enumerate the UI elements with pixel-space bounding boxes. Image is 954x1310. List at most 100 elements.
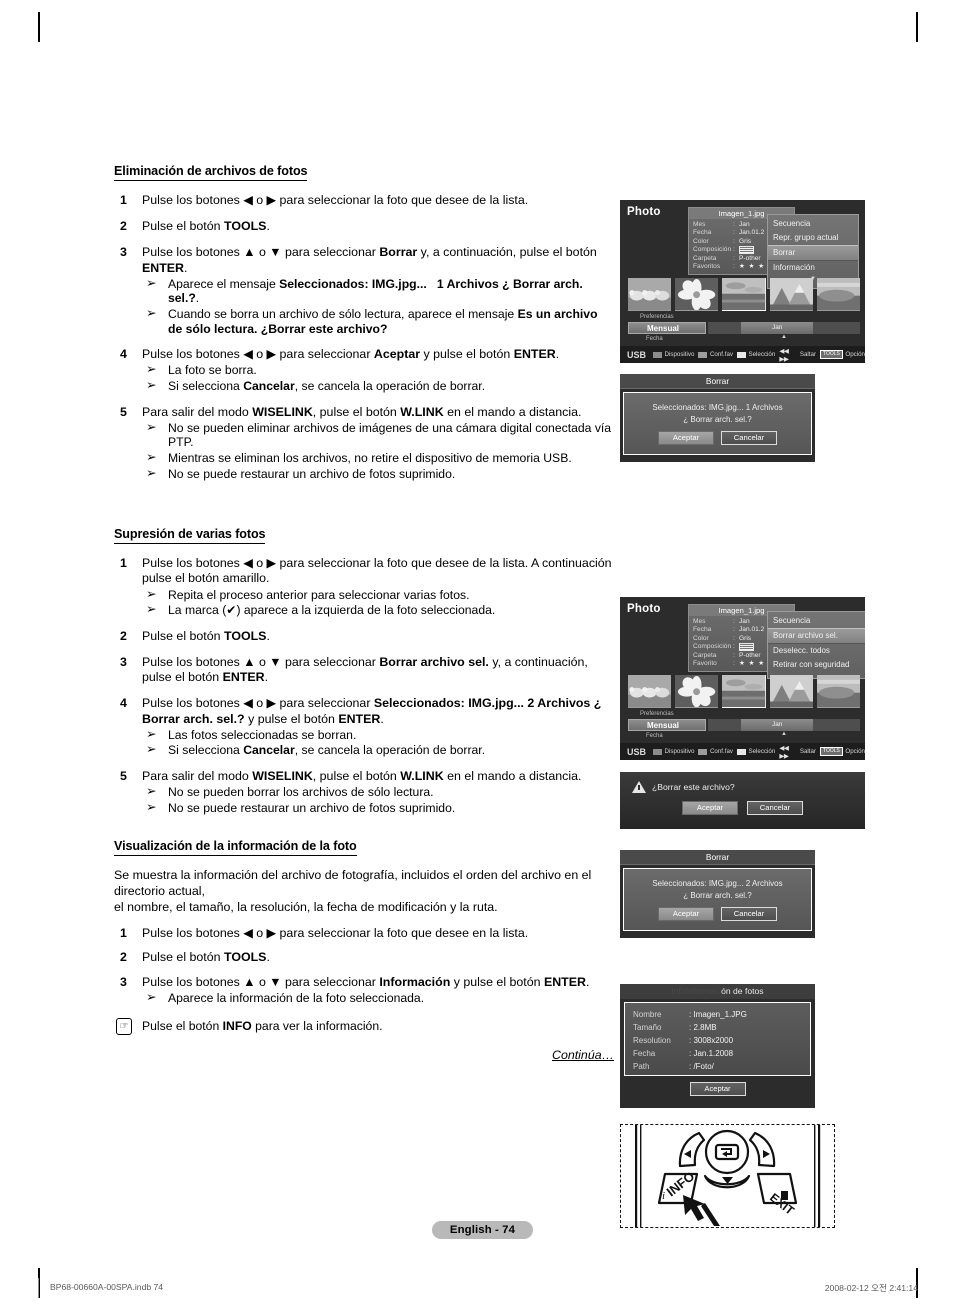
cancel-button[interactable]: Cancelar xyxy=(747,801,803,815)
bullet-item: ➢ No se pueden eliminar archivos de imáge… xyxy=(146,419,612,450)
dialog-title: Borrar xyxy=(620,850,815,865)
help-item-conffav[interactable]: Conf.fav xyxy=(698,748,733,755)
thumbnail[interactable] xyxy=(769,278,813,311)
tools-menu-item[interactable]: Borrar xyxy=(768,245,858,261)
enter-return-icon xyxy=(704,1129,750,1175)
info-value: : 3008x2000 xyxy=(689,1036,734,1045)
help-label: Saltar xyxy=(799,748,817,755)
info-row: Nombre: Imagen_1.JPG xyxy=(633,1008,810,1021)
step-list: 1 Pulse los botones ◀ o ▶ para seleccion… xyxy=(114,926,614,1005)
green-key-icon xyxy=(698,351,708,358)
bullet-item: ➢ No se puede restaurar un archivo de fot… xyxy=(146,465,456,481)
thumbnail[interactable] xyxy=(628,675,672,708)
step-number: 3 xyxy=(120,654,127,669)
warning-row: ¿Borrar este archivo? xyxy=(620,772,865,793)
nav-selected-mensual[interactable]: Mensual xyxy=(628,322,706,334)
accept-button[interactable]: Aceptar xyxy=(682,801,738,815)
tools-menu[interactable]: Secuencia Borrar archivo sel. Deselecc. to… xyxy=(767,611,865,679)
delete-confirm-dialog-2[interactable]: Borrar Seleccionados: IMG.jpg... 2 Archi… xyxy=(620,850,815,938)
help-item-skip[interactable]: ◀◀ ▶▶ Saltar xyxy=(779,347,816,363)
tools-menu-item[interactable]: Repr. grupo actual xyxy=(768,231,858,245)
info-key: Tamaño xyxy=(633,1023,662,1032)
nav-label-preferences: Preferencias xyxy=(640,314,674,320)
help-item-conffav[interactable]: Conf.fav xyxy=(698,351,733,358)
tools-menu-item[interactable]: Información xyxy=(768,261,858,275)
nav-selected-mensual[interactable]: Mensual xyxy=(628,719,706,731)
nav-label-fecha: Fecha xyxy=(646,733,663,739)
yellow-key-icon xyxy=(736,351,746,358)
section-heading: Supresión de varias fotos xyxy=(114,527,266,545)
help-item-tools[interactable]: TOOLS Opción xyxy=(820,350,865,359)
info-value: : Imagen_1.JPG xyxy=(689,1010,747,1019)
file-info-key: Composición xyxy=(693,246,732,254)
help-item-tools[interactable]: TOOLS Opción xyxy=(820,747,865,756)
tools-menu-item[interactable]: Retirar con seguridad xyxy=(768,658,865,672)
info-row: Tamaño: 2.8MB xyxy=(633,1021,810,1034)
bullet-list: ➢ Repita el proceso anterior para selecci… xyxy=(142,587,614,618)
thumbnail[interactable] xyxy=(769,675,813,708)
arrow-bullet-icon: ➢ xyxy=(146,784,157,799)
help-item-device[interactable]: Dispositivo xyxy=(653,351,694,358)
crop-mark xyxy=(38,12,40,42)
nav-label-preferences: Preferencias xyxy=(640,711,674,717)
dialog-title: InfoInformación de fotos xyxy=(620,984,815,999)
timeline-segment[interactable]: Jan xyxy=(741,719,813,731)
screen-title: Photo xyxy=(627,206,661,218)
photo-thumbnail-strip[interactable] xyxy=(628,278,861,311)
thumbnail-selected[interactable] xyxy=(722,278,766,311)
help-label: Dispositivo xyxy=(664,748,695,755)
help-item-device[interactable]: Dispositivo xyxy=(653,748,694,755)
delete-confirm-dialog-1[interactable]: Borrar Seleccionados: IMG.jpg... 1 Archi… xyxy=(620,374,815,462)
help-item-skip[interactable]: ◀◀ ▶▶ Saltar xyxy=(779,744,816,760)
step-text: Para salir del modo WISELINK, pulse el b… xyxy=(142,768,582,783)
timeline-segment[interactable]: Jan xyxy=(741,322,813,334)
photo-information-dialog[interactable]: InfoInformación de fotos Nombre: Imagen_… xyxy=(620,984,815,1108)
thumbnail[interactable] xyxy=(628,278,672,311)
cancel-button[interactable]: Cancelar xyxy=(721,906,777,921)
step-number: 4 xyxy=(120,696,127,711)
tools-menu-item[interactable]: Deselecc. todos xyxy=(768,644,865,658)
section-delete-multiple-photos: Supresión de varias fotos 1 Pulse los bo… xyxy=(114,525,614,815)
warning-message: ¿Borrar este archivo? xyxy=(652,782,735,792)
step-item: 2 Pulse el botón TOOLS. xyxy=(114,950,614,965)
accept-button[interactable]: Aceptar xyxy=(658,906,714,921)
step-list: 1 Pulse los botones ◀ o ▶ para seleccion… xyxy=(114,193,614,481)
photo-thumbnail-strip[interactable] xyxy=(628,675,861,708)
info-key: Fecha xyxy=(633,1049,656,1058)
help-item-selection[interactable]: Selección xyxy=(736,351,775,358)
section-delete-photo-files: Eliminación de archivos de fotos 1 Pulse… xyxy=(114,162,614,481)
tools-menu-item[interactable]: Secuencia xyxy=(768,614,865,628)
timeline-bar[interactable]: Jan ▲ xyxy=(708,719,860,737)
thumbnail[interactable] xyxy=(816,278,861,311)
bullet-item: ➢ Aparece el mensaje Seleccionados: IMG.j… xyxy=(146,275,583,306)
cancel-button[interactable]: Cancelar xyxy=(721,430,777,445)
thumbnail[interactable] xyxy=(675,675,719,708)
photo-nav-strip[interactable]: Preferencias Mensual Fecha Jan ▲ xyxy=(628,711,860,741)
green-key-icon xyxy=(698,748,708,755)
file-info-key: Fecha xyxy=(693,626,712,634)
arrow-bullet-icon: ➢ xyxy=(146,465,157,480)
help-label: Conf.fav xyxy=(709,351,733,358)
help-label: Conf.fav xyxy=(709,748,733,755)
thumbnail[interactable] xyxy=(675,278,719,311)
arrow-bullet-icon: ➢ xyxy=(146,726,157,741)
step-text: Pulse el botón TOOLS. xyxy=(142,219,270,234)
continued-label: Continúa… xyxy=(552,1048,614,1063)
help-item-selection[interactable]: Selección xyxy=(736,748,775,755)
section-photo-information: Visualización de la información de la fo… xyxy=(114,837,614,1005)
crop-mark xyxy=(916,12,918,42)
timeline-bar[interactable]: Jan ▲ xyxy=(708,322,860,340)
thumbnail-selected[interactable] xyxy=(722,675,766,708)
tools-menu-item[interactable]: Borrar archivo sel. xyxy=(768,628,865,644)
thumbnail[interactable] xyxy=(816,675,861,708)
accept-button[interactable]: Aceptar xyxy=(658,430,714,445)
accept-button[interactable]: Aceptar xyxy=(689,1082,746,1096)
tools-menu-item[interactable]: Secuencia xyxy=(768,217,858,231)
step-number: 4 xyxy=(120,347,127,362)
readonly-warning-dialog[interactable]: ¿Borrar este archivo? Aceptar Cancelar xyxy=(620,772,865,829)
step-item: 1 Pulse los botones ◀ o ▶ para seleccion… xyxy=(114,556,614,618)
bullet-item: ➢ No se pueden borrar los archivos de sól… xyxy=(146,784,434,800)
photo-nav-strip[interactable]: Preferencias Mensual Fecha Jan ▲ xyxy=(628,314,860,344)
red-key-icon xyxy=(653,748,663,755)
bullet-list: ➢ No se pueden borrar los archivos de sól… xyxy=(142,784,614,815)
